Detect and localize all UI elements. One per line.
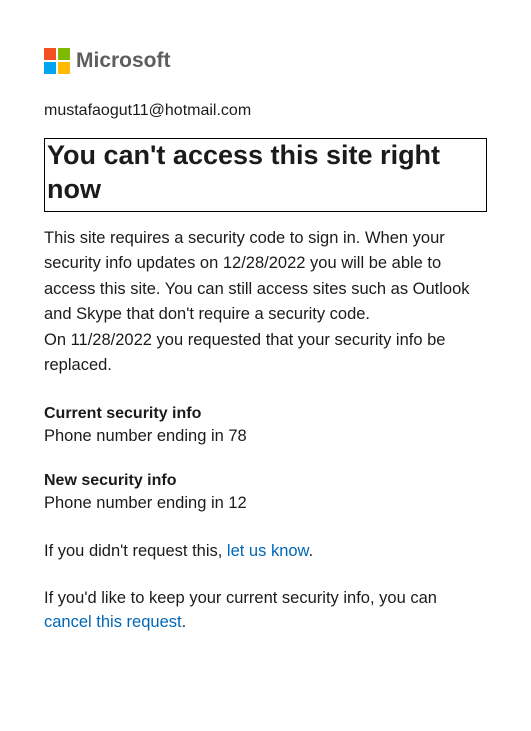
error-title-box: You can't access this site right now: [44, 138, 487, 212]
page-title: You can't access this site right now: [47, 139, 484, 207]
not-requested-text: If you didn't request this, let us know.: [44, 539, 487, 564]
account-email: mustafaogut11@hotmail.com: [44, 102, 487, 120]
keep-current-suffix: .: [182, 613, 187, 631]
cancel-request-link[interactable]: cancel this request: [44, 613, 182, 631]
microsoft-logo-icon: [44, 48, 70, 74]
not-requested-suffix: .: [309, 542, 314, 560]
keep-current-text: If you'd like to keep your current secur…: [44, 586, 487, 636]
brand-header: Microsoft: [44, 48, 487, 74]
new-info-heading: New security info: [44, 472, 487, 490]
keep-current-prefix: If you'd like to keep your current secur…: [44, 589, 437, 607]
current-info-heading: Current security info: [44, 405, 487, 423]
current-info-value: Phone number ending in 78: [44, 427, 487, 446]
new-security-info-section: New security info Phone number ending in…: [44, 472, 487, 513]
new-info-value: Phone number ending in 12: [44, 494, 487, 513]
current-security-info-section: Current security info Phone number endin…: [44, 405, 487, 446]
not-requested-prefix: If you didn't request this,: [44, 542, 227, 560]
let-us-know-link[interactable]: let us know: [227, 542, 309, 560]
brand-name: Microsoft: [76, 49, 171, 73]
description-text: This site requires a security code to si…: [44, 226, 487, 379]
